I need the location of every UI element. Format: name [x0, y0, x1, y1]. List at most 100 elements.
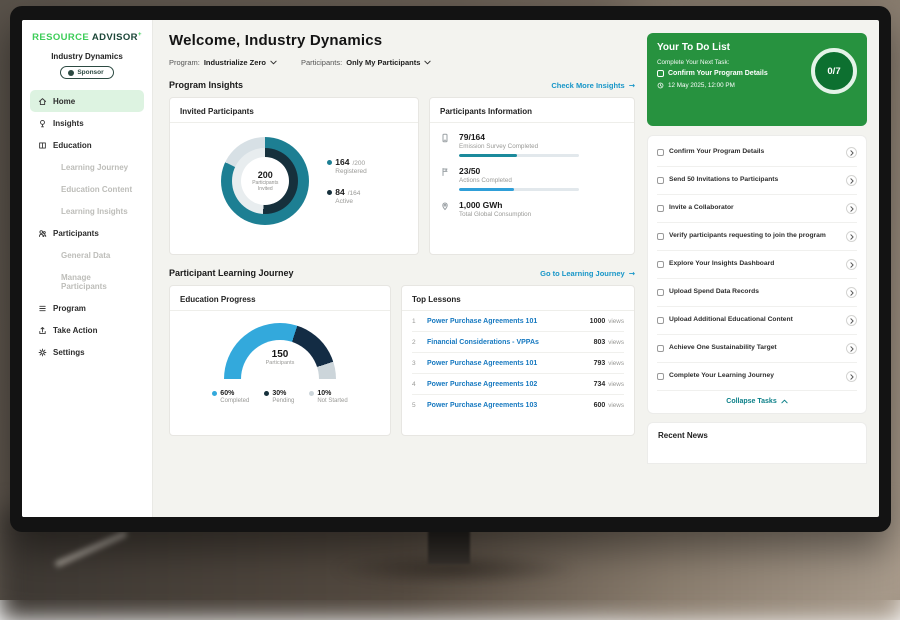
chevron-right-icon[interactable]	[846, 203, 857, 214]
next-task: Confirm Your Program Details	[657, 70, 802, 77]
chevron-right-icon[interactable]	[846, 175, 857, 186]
participants-select-value: Only My Participants	[346, 58, 420, 67]
logo-text-secondary: ADVISOR	[92, 32, 138, 43]
program-select-label: Program:	[169, 58, 200, 67]
card-title: Top Lessons	[402, 286, 634, 311]
lesson-row: 5 Power Purchase Agreements 103 600 view…	[412, 395, 624, 415]
chevron-right-icon[interactable]	[846, 231, 857, 242]
sponsor-badge: Sponsor	[60, 66, 113, 79]
sidebar-item-education-content[interactable]: Education Content	[30, 178, 144, 200]
sidebar-item-label: Home	[53, 97, 75, 106]
lesson-link[interactable]: Financial Considerations - VPPAs	[427, 339, 594, 346]
legend-pending: 30% Pending	[264, 390, 294, 404]
monitor-frame: RESOURCE ADVISOR+ Industry Dynamics Spon…	[10, 6, 891, 532]
task-item[interactable]: Confirm Your Program Details	[657, 139, 857, 167]
chevron-right-icon[interactable]	[846, 259, 857, 270]
go-to-learning-journey-link[interactable]: Go to Learning Journey →	[540, 269, 635, 278]
chevron-right-icon[interactable]	[846, 315, 857, 326]
sidebar-item-label: Insights	[53, 119, 84, 128]
sidebar: RESOURCE ADVISOR+ Industry Dynamics Spon…	[22, 20, 153, 517]
sidebar-item-education[interactable]: Education	[30, 134, 144, 156]
chevron-down-icon	[424, 58, 431, 67]
program-select-value: Industrialize Zero	[204, 58, 266, 67]
task-item[interactable]: Send 50 Invitations to Participants	[657, 167, 857, 195]
task-checkbox[interactable]	[657, 317, 664, 324]
chevron-right-icon[interactable]	[846, 287, 857, 298]
sidebar-item-manage-participants[interactable]: Manage Participants	[30, 266, 144, 297]
arrow-right-icon: →	[629, 81, 635, 90]
task-item[interactable]: Verify participants requesting to join t…	[657, 223, 857, 251]
logo-text-primary: RESOURCE	[32, 32, 89, 43]
task-checkbox[interactable]	[657, 345, 664, 352]
task-checkbox[interactable]	[657, 149, 664, 156]
task-checkbox[interactable]	[657, 177, 664, 184]
sidebar-item-home[interactable]: Home	[30, 90, 144, 112]
task-checkbox[interactable]	[657, 261, 664, 268]
chevron-right-icon[interactable]	[846, 343, 857, 354]
lesson-link[interactable]: Power Purchase Agreements 103	[427, 402, 594, 409]
task-item[interactable]: Upload Additional Educational Content	[657, 307, 857, 335]
invited-participants-donut-chart: 200 Participants Invited	[221, 137, 309, 225]
program-insights-header: Program Insights Check More Insights →	[169, 80, 635, 90]
list-icon	[38, 304, 47, 313]
task-checkbox[interactable]	[657, 205, 664, 212]
lesson-link[interactable]: Power Purchase Agreements 102	[427, 381, 594, 388]
task-checkbox[interactable]	[657, 373, 664, 380]
lesson-link[interactable]: Power Purchase Agreements 101	[427, 318, 590, 325]
sidebar-item-label: Participants	[53, 229, 99, 238]
next-task-checkbox[interactable]	[657, 70, 664, 77]
learning-journey-cards: Education Progress 150 Participants 60	[169, 285, 635, 436]
invited-participants-card: Invited Participants 200 Participants In…	[169, 97, 419, 255]
task-item[interactable]: Complete Your Learning Journey	[657, 363, 857, 391]
sidebar-item-participants[interactable]: Participants	[30, 222, 144, 244]
card-title: Invited Participants	[170, 98, 418, 123]
task-item[interactable]: Explore Your Insights Dashboard	[657, 251, 857, 279]
book-icon	[38, 141, 47, 150]
recent-news-card: Recent News	[647, 422, 867, 464]
sidebar-item-take-action[interactable]: Take Action	[30, 319, 144, 341]
upload-icon	[38, 326, 47, 335]
check-more-insights-link[interactable]: Check More Insights →	[551, 81, 635, 90]
donut-legend: 164 /200 Registered 84 /164	[327, 157, 366, 205]
learning-journey-header: Participant Learning Journey Go to Learn…	[169, 268, 635, 278]
actions-completed-progress-bar	[459, 188, 579, 191]
task-checkbox[interactable]	[657, 233, 664, 240]
filter-bar: Program: Industrialize Zero Participants…	[169, 58, 635, 67]
task-item[interactable]: Invite a Collaborator	[657, 195, 857, 223]
sidebar-item-label: Education	[53, 141, 92, 150]
lesson-link[interactable]: Power Purchase Agreements 101	[427, 360, 594, 367]
gauge-legend: 60% Completed 30% Pending 10% Not Starte…	[180, 390, 380, 404]
sidebar-item-label: Take Action	[53, 326, 97, 335]
sidebar-item-learning-journey[interactable]: Learning Journey	[30, 156, 144, 178]
sidebar-item-program[interactable]: Program	[30, 297, 144, 319]
sidebar-item-label: Settings	[53, 348, 85, 357]
sidebar-item-label: Education Content	[61, 185, 132, 194]
sidebar-item-insights[interactable]: Insights	[30, 112, 144, 134]
education-progress-gauge-chart: 150 Participants	[224, 323, 336, 381]
sidebar-item-learning-insights[interactable]: Learning Insights	[30, 200, 144, 222]
section-title-learning-journey: Participant Learning Journey	[169, 268, 294, 278]
participants-select[interactable]: Participants: Only My Participants	[301, 58, 431, 67]
org-name: Industry Dynamics	[22, 52, 152, 61]
legend-active: 84 /164 Active	[327, 187, 366, 205]
lesson-row: 3 Power Purchase Agreements 101 793 view…	[412, 353, 624, 374]
sidebar-item-settings[interactable]: Settings	[30, 341, 144, 363]
chevron-right-icon[interactable]	[846, 371, 857, 382]
legend-dot-navy	[327, 190, 332, 195]
chevron-right-icon[interactable]	[846, 147, 857, 158]
legend-dot-navy	[264, 391, 269, 396]
education-progress-card: Education Progress 150 Participants 60	[169, 285, 391, 436]
sidebar-item-label: Learning Journey	[61, 163, 128, 172]
task-item[interactable]: Achieve One Sustainability Target	[657, 335, 857, 363]
card-title: Education Progress	[170, 286, 390, 311]
sidebar-item-general-data[interactable]: General Data	[30, 244, 144, 266]
arrow-right-icon: →	[629, 269, 635, 278]
task-item[interactable]: Upload Spend Data Records	[657, 279, 857, 307]
program-select[interactable]: Program: Industrialize Zero	[169, 58, 277, 67]
section-title-program-insights: Program Insights	[169, 80, 243, 90]
task-checkbox[interactable]	[657, 289, 664, 296]
stat-emission-survey: 79/164 Emission Survey Completed	[440, 132, 624, 157]
legend-dot-gray	[309, 391, 314, 396]
collapse-tasks-button[interactable]: Collapse Tasks	[657, 391, 857, 413]
sidebar-item-label: General Data	[61, 251, 110, 260]
